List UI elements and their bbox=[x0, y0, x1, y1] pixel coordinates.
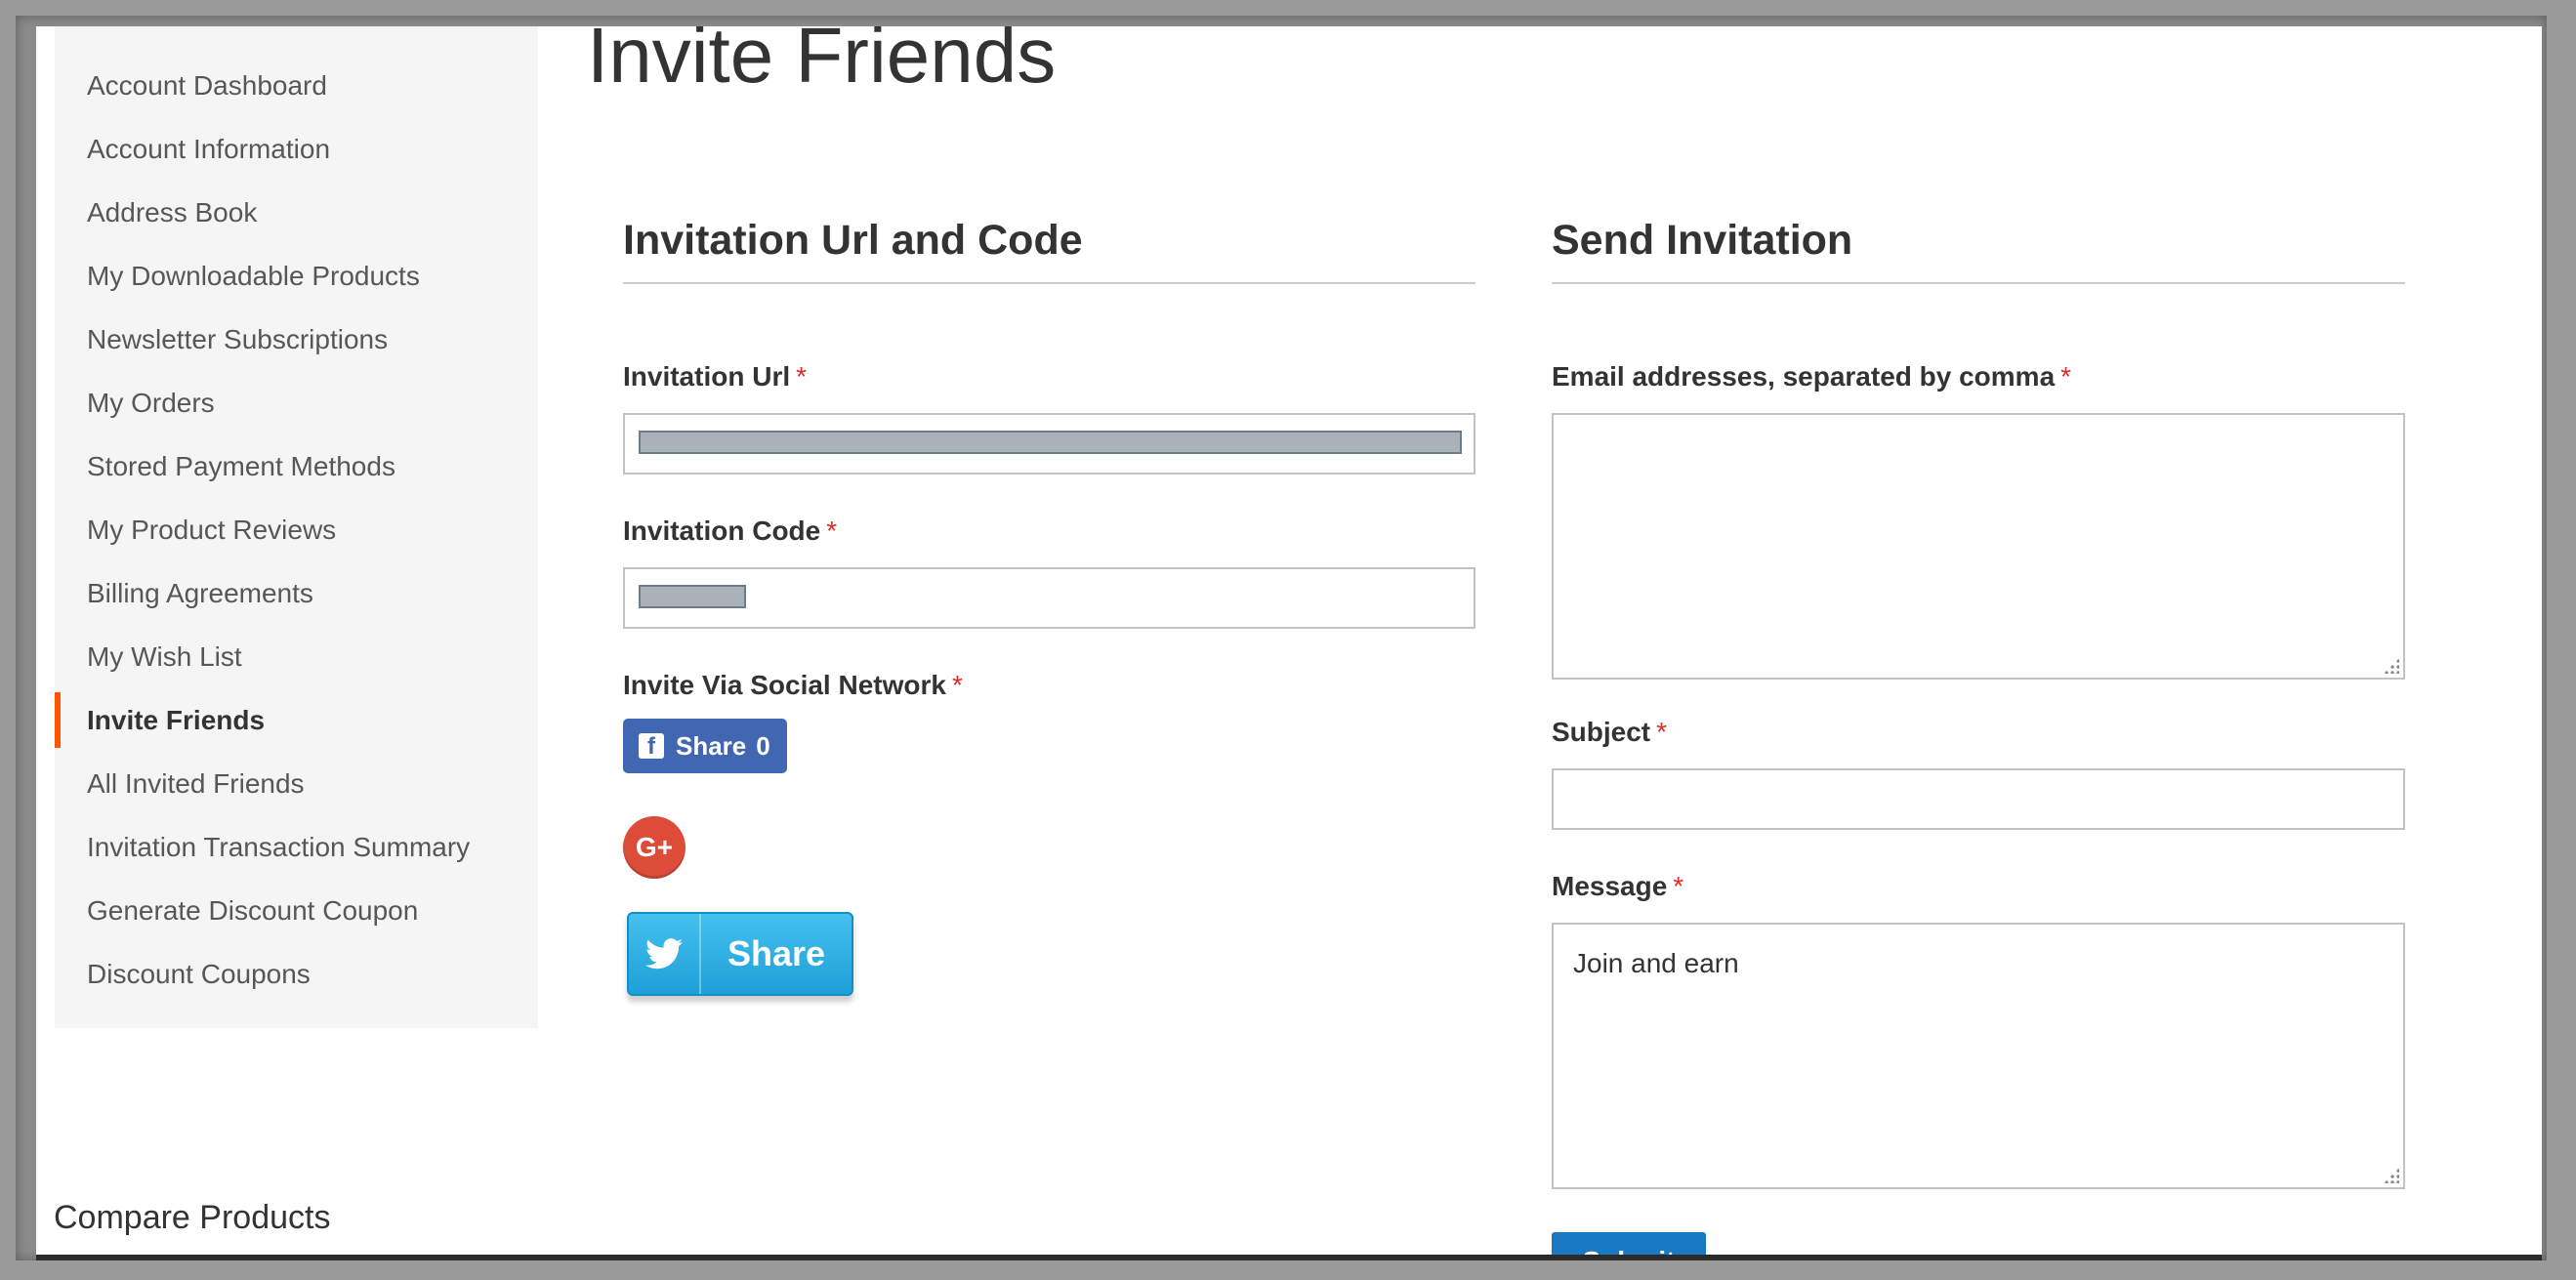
required-marker: * bbox=[826, 516, 838, 546]
resize-grip-icon[interactable] bbox=[2384, 1168, 2399, 1183]
send-invitation-section: Send Invitation Email addresses, separat… bbox=[1552, 217, 2405, 1255]
facebook-share-count: 0 bbox=[756, 730, 770, 761]
submit-button[interactable]: Submit bbox=[1552, 1232, 1706, 1255]
social-network-label-row: Invite Via Social Network * bbox=[623, 670, 963, 701]
sidebar-item-newsletter-subscriptions[interactable]: Newsletter Subscriptions bbox=[55, 308, 538, 371]
redacted-code-value bbox=[639, 585, 746, 608]
twitter-bird-icon bbox=[629, 914, 701, 994]
invitation-url-label: Invitation Url bbox=[623, 361, 791, 392]
social-network-label: Invite Via Social Network bbox=[623, 670, 946, 700]
sidebar-item-account-information[interactable]: Account Information bbox=[55, 117, 538, 181]
bottom-edge bbox=[36, 1255, 2542, 1260]
sidebar-item-billing-agreements[interactable]: Billing Agreements bbox=[55, 561, 538, 625]
invitation-code-label: Invitation Code bbox=[623, 516, 821, 546]
send-invitation-heading: Send Invitation bbox=[1552, 217, 2405, 284]
sidebar-item-my-orders[interactable]: My Orders bbox=[55, 371, 538, 434]
sidebar-item-product-reviews[interactable]: My Product Reviews bbox=[55, 498, 538, 561]
sidebar-item-downloadable-products[interactable]: My Downloadable Products bbox=[55, 244, 538, 308]
required-marker: * bbox=[2060, 361, 2072, 392]
sidebar-item-address-book[interactable]: Address Book bbox=[55, 181, 538, 244]
google-plus-icon[interactable]: G+ bbox=[623, 816, 686, 879]
sidebar-item-discount-coupons[interactable]: Discount Coupons bbox=[55, 942, 538, 1006]
sidebar-item-stored-payment-methods[interactable]: Stored Payment Methods bbox=[55, 434, 538, 498]
resize-grip-icon[interactable] bbox=[2384, 658, 2399, 674]
required-marker: * bbox=[951, 670, 963, 700]
required-marker: * bbox=[796, 361, 808, 392]
invitation-section-heading: Invitation Url and Code bbox=[623, 217, 1475, 284]
invitation-code-input[interactable] bbox=[623, 567, 1475, 629]
facebook-share-label: Share bbox=[676, 730, 747, 761]
account-sidebar: Account Dashboard Account Information Ad… bbox=[55, 26, 538, 1028]
subject-label: Subject bbox=[1552, 717, 1651, 747]
invitation-url-input[interactable] bbox=[623, 413, 1475, 475]
invitation-code-label-row: Invitation Code * bbox=[623, 516, 837, 547]
page-title: Invite Friends bbox=[587, 26, 1057, 99]
required-marker: * bbox=[1673, 871, 1684, 901]
invitation-url-code-section: Invitation Url and Code Invitation Url * … bbox=[623, 217, 1475, 996]
message-textarea[interactable]: Join and earn bbox=[1552, 923, 2405, 1189]
twitter-share-button[interactable]: Share bbox=[627, 912, 853, 996]
compare-products-title: Compare Products bbox=[54, 1199, 331, 1236]
email-label-row: Email addresses, separated by comma * bbox=[1552, 361, 2071, 392]
message-label: Message bbox=[1552, 871, 1668, 901]
subject-label-row: Subject * bbox=[1552, 717, 1667, 748]
subject-input[interactable] bbox=[1552, 768, 2405, 830]
page: Account Dashboard Account Information Ad… bbox=[36, 26, 2542, 1255]
redacted-url-value bbox=[639, 431, 1462, 454]
email-addresses-label: Email addresses, separated by comma bbox=[1552, 361, 2056, 392]
sidebar-item-wish-list[interactable]: My Wish List bbox=[55, 625, 538, 688]
sidebar-item-all-invited-friends[interactable]: All Invited Friends bbox=[55, 752, 538, 815]
facebook-icon: f bbox=[639, 733, 664, 759]
twitter-share-label: Share bbox=[727, 933, 826, 973]
sidebar-item-generate-discount-coupon[interactable]: Generate Discount Coupon bbox=[55, 879, 538, 942]
email-addresses-textarea[interactable] bbox=[1552, 413, 2405, 680]
invitation-url-label-row: Invitation Url * bbox=[623, 361, 807, 392]
required-marker: * bbox=[1656, 717, 1668, 747]
message-label-row: Message * bbox=[1552, 871, 1683, 902]
facebook-share-button[interactable]: f Share 0 bbox=[623, 719, 787, 773]
sidebar-item-account-dashboard[interactable]: Account Dashboard bbox=[55, 54, 538, 117]
message-value: Join and earn bbox=[1573, 948, 1739, 978]
sidebar-item-invite-friends[interactable]: Invite Friends bbox=[55, 688, 538, 752]
sidebar-item-invitation-transaction-summary[interactable]: Invitation Transaction Summary bbox=[55, 815, 538, 879]
